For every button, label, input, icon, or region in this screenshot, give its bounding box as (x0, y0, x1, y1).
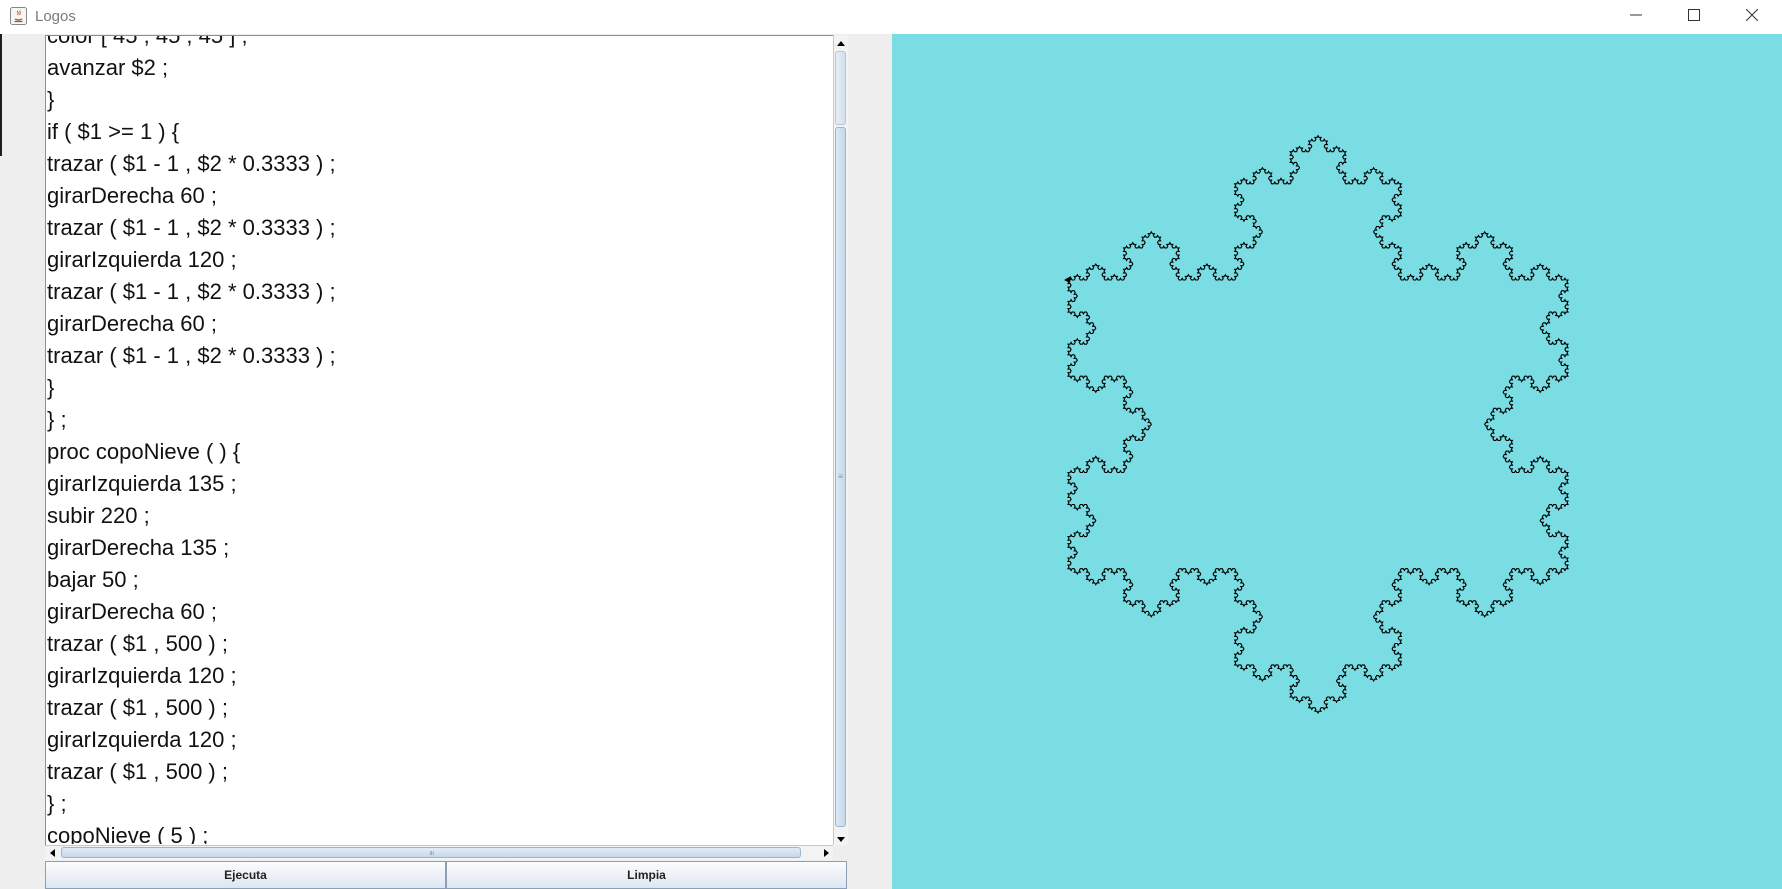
code-viewport[interactable]: color [ 45 , 45 , 45 ] ; avanzar $2 ;}if… (46, 36, 833, 844)
clear-button[interactable]: Limpia (446, 861, 847, 889)
code-line[interactable]: girarIzquierda 120 ; (47, 244, 336, 276)
horizontal-scroll-thumb[interactable]: ≡ (61, 847, 801, 858)
code-line-partial[interactable]: color [ 45 , 45 , 45 ] ; (47, 36, 336, 52)
code-line[interactable]: avanzar $2 ; (47, 52, 336, 84)
scroll-up-button[interactable] (834, 35, 848, 49)
turtle-cursor-icon (1064, 276, 1071, 283)
code-line[interactable]: trazar ( $1 , 500 ) ; (47, 692, 336, 724)
code-editor[interactable]: color [ 45 , 45 , 45 ] ; avanzar $2 ;}if… (45, 35, 835, 846)
vertical-scrollbar[interactable]: ≡ (833, 35, 848, 845)
code-line[interactable]: girarDerecha 60 ; (47, 596, 336, 628)
code-line[interactable]: girarIzquierda 120 ; (47, 660, 336, 692)
arrow-left-icon (49, 844, 55, 862)
arrow-right-icon (823, 844, 829, 862)
maximize-button[interactable] (1665, 0, 1723, 34)
code-line[interactable]: } ; (47, 404, 336, 436)
code-line[interactable]: girarDerecha 135 ; (47, 532, 336, 564)
code-lines: color [ 45 , 45 , 45 ] ; avanzar $2 ;}if… (47, 36, 336, 844)
code-line[interactable]: } ; (47, 788, 336, 820)
java-app-icon (10, 7, 27, 25)
code-line[interactable]: } (47, 84, 336, 116)
window-title: Logos (35, 8, 76, 25)
koch-snowflake-path (1067, 134, 1569, 715)
code-line[interactable]: trazar ( $1 - 1 , $2 * 0.3333 ) ; (47, 340, 336, 372)
code-line[interactable]: trazar ( $1 - 1 , $2 * 0.3333 ) ; (47, 148, 336, 180)
close-button[interactable] (1723, 0, 1781, 34)
code-line[interactable]: bajar 50 ; (47, 564, 336, 596)
code-line[interactable]: girarIzquierda 120 ; (47, 724, 336, 756)
code-line[interactable]: girarDerecha 60 ; (47, 308, 336, 340)
code-line[interactable]: proc copoNieve ( ) { (47, 436, 336, 468)
code-line[interactable]: trazar ( $1 , 500 ) ; (47, 756, 336, 788)
close-icon (1745, 8, 1759, 26)
arrow-up-icon (837, 33, 845, 51)
scroll-track-segment (835, 51, 846, 125)
code-line[interactable]: girarIzquierda 135 ; (47, 468, 336, 500)
vertical-scroll-thumb[interactable]: ≡ (835, 127, 846, 827)
run-button[interactable]: Ejecuta (45, 861, 446, 889)
code-line[interactable]: girarDerecha 60 ; (47, 180, 336, 212)
koch-snowflake-drawing (1064, 134, 1569, 715)
minimize-button[interactable] (1607, 0, 1665, 34)
minimize-icon (1630, 8, 1642, 26)
code-line[interactable]: if ( $1 >= 1 ) { (47, 116, 336, 148)
title-bar[interactable]: Logos (0, 0, 1782, 34)
code-line[interactable]: } (47, 372, 336, 404)
scroll-down-button[interactable] (834, 831, 848, 845)
code-line[interactable]: copoNieve ( 5 ) ; (47, 820, 336, 844)
grip-icon: ≡ (838, 472, 843, 481)
arrow-down-icon (837, 829, 845, 847)
grip-icon: ≡ (427, 850, 436, 855)
code-line[interactable]: trazar ( $1 , 500 ) ; (47, 628, 336, 660)
horizontal-scrollbar[interactable]: ≡ (45, 845, 833, 860)
code-line[interactable]: trazar ( $1 - 1 , $2 * 0.3333 ) ; (47, 276, 336, 308)
logos-window: Logos color [ 45 , 45 , 45 ] ; avanzar $… (0, 0, 1782, 889)
scroll-right-button[interactable] (819, 846, 833, 860)
window-edge (0, 34, 2, 156)
scroll-left-button[interactable] (45, 846, 59, 860)
button-bar: Ejecuta Limpia (45, 861, 847, 889)
maximize-icon (1688, 8, 1700, 26)
drawing-canvas[interactable] (892, 34, 1782, 889)
code-line[interactable]: trazar ( $1 - 1 , $2 * 0.3333 ) ; (47, 212, 336, 244)
code-line[interactable]: subir 220 ; (47, 500, 336, 532)
